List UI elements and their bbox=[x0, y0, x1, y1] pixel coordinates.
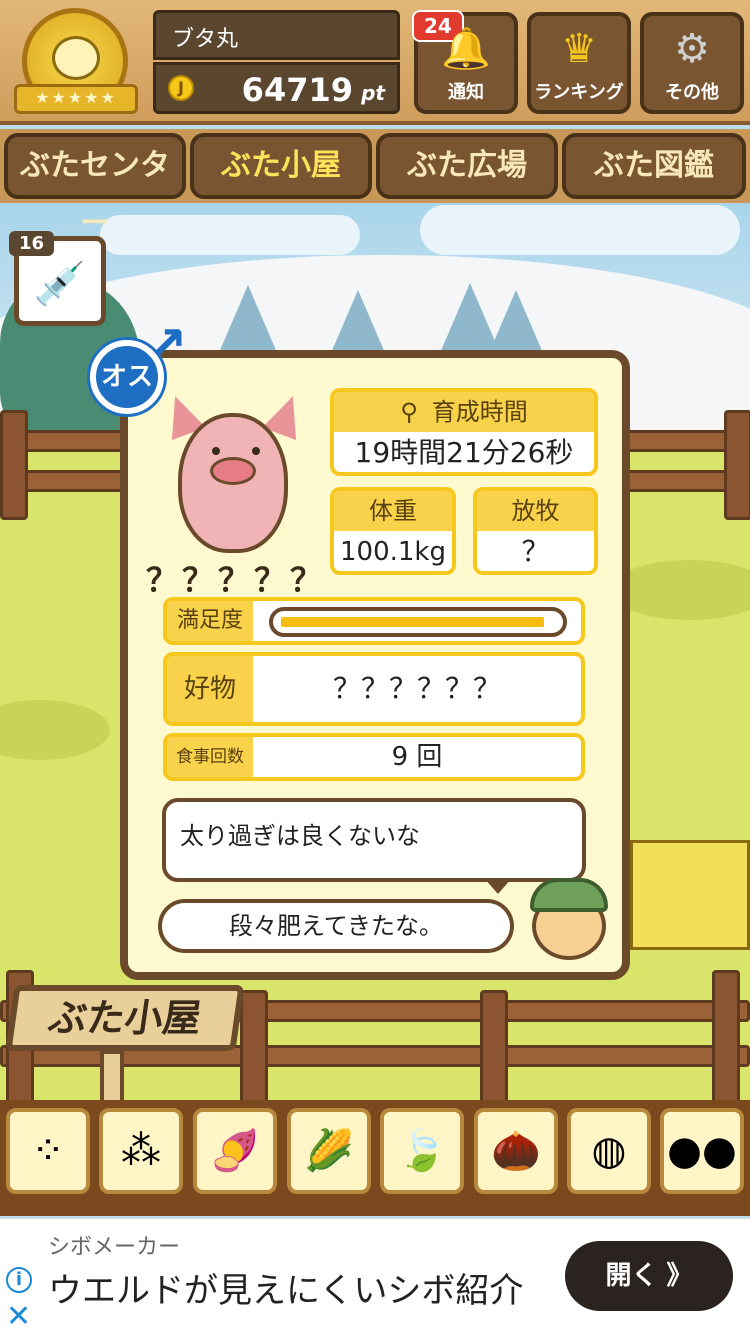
pig-face-icon bbox=[52, 36, 100, 80]
grazing-value: ？ bbox=[521, 535, 550, 568]
pine-tree bbox=[218, 285, 278, 355]
settings-button[interactable]: ⚙ その他 bbox=[640, 12, 744, 114]
pig-speech-text: 太り過ぎは良くないな bbox=[180, 822, 420, 850]
grain-plate-icon[interactable]: ◍ bbox=[567, 1108, 651, 1194]
pig-speech-bubble: 太り過ぎは良くないな bbox=[162, 798, 586, 894]
player-name: ブタ丸 bbox=[153, 10, 400, 60]
speech-tail bbox=[484, 878, 512, 894]
fence-post bbox=[480, 990, 508, 1105]
nav-tabs: ぶたセンター ぶた小屋 ぶた広場 ぶた図鑑 bbox=[0, 129, 750, 241]
coin-icon: J bbox=[168, 75, 194, 101]
gender-label: オス bbox=[90, 340, 164, 414]
satisfaction-row: 満足度 bbox=[163, 597, 585, 645]
soybeans-icon[interactable]: ⁘ bbox=[6, 1108, 90, 1194]
mixed-beans-icon[interactable]: ⁂ bbox=[99, 1108, 183, 1194]
fence-post bbox=[724, 410, 750, 520]
farmer-cap bbox=[530, 878, 608, 912]
corn-icon[interactable]: 🌽 bbox=[287, 1108, 371, 1194]
bell-icon: 🔔 bbox=[441, 26, 491, 72]
ad-banner[interactable]: i ✕ シボメーカー ウエルドが見えにくいシボ紹介 開く 》 bbox=[0, 1218, 750, 1334]
points-display: J 64719 pt bbox=[153, 62, 400, 114]
weight-box: 体重 100.1kg bbox=[330, 487, 456, 575]
settings-label: その他 bbox=[665, 82, 719, 103]
ad-info-icon[interactable]: i bbox=[6, 1267, 32, 1293]
ranking-label: ランキング bbox=[534, 82, 624, 103]
notification-label: 通知 bbox=[448, 82, 484, 103]
rank-medal[interactable]: ★★★★★ bbox=[14, 8, 138, 120]
hay-block bbox=[630, 840, 750, 950]
ad-close-icon[interactable]: ✕ bbox=[6, 1299, 31, 1334]
grazing-box: 放牧 ？ bbox=[473, 487, 598, 575]
raising-time-header: ⚲ 育成時間 bbox=[334, 392, 594, 432]
syringe-item-button[interactable]: 16 💉 bbox=[9, 231, 106, 326]
tab-buta-hiroba[interactable]: ぶた広場 bbox=[376, 133, 558, 199]
notification-button[interactable]: 24 🔔 通知 bbox=[412, 10, 518, 114]
satisfaction-bar-fill bbox=[281, 617, 544, 627]
food-tray: ⁘ ⁂ 🍠 🌽 🍃 🌰 ◍ ●● bbox=[0, 1100, 750, 1216]
rank-stars: ★★★★★ bbox=[35, 88, 117, 107]
fence-post bbox=[240, 990, 268, 1105]
pig-name: ？？？？？ bbox=[146, 561, 327, 599]
weight-value: 100.1kg bbox=[340, 537, 446, 567]
fence-post bbox=[0, 410, 28, 520]
ad-open-button[interactable]: 開く 》 bbox=[565, 1241, 733, 1311]
grazing-label: 放牧 bbox=[477, 491, 594, 531]
location-sign: ぶた小屋 bbox=[5, 985, 245, 1051]
points-value: 64719 bbox=[241, 71, 353, 109]
fence-post bbox=[712, 970, 740, 1105]
points-unit: pt bbox=[361, 81, 385, 105]
satisfaction-label: 満足度 bbox=[167, 601, 253, 641]
meal-count-row: 食事回数 9 回 bbox=[163, 733, 585, 781]
crown-icon: ♛ bbox=[561, 26, 597, 72]
raising-time-box: ⚲ 育成時間 19時間21分26秒 bbox=[330, 388, 598, 476]
satisfaction-bar bbox=[269, 607, 567, 637]
pig-character[interactable] bbox=[158, 390, 310, 560]
sweet-potato-icon[interactable]: 🍠 bbox=[193, 1108, 277, 1194]
dango-plate-icon[interactable]: ●● bbox=[660, 1108, 744, 1194]
ad-title: ウエルドが見えにくいシボ紹介 bbox=[48, 1271, 524, 1311]
favorite-label: 好物 bbox=[167, 656, 253, 722]
pig-snout bbox=[210, 457, 256, 485]
cloud bbox=[100, 215, 360, 255]
tab-buta-center[interactable]: ぶたセンター bbox=[4, 133, 186, 241]
top-header: ★★★★★ ブタ丸 J 64719 pt 24 🔔 通知 ♛ ランキング ⚙ そ… bbox=[0, 0, 750, 125]
ginkgo-icon[interactable]: 🍃 bbox=[380, 1108, 464, 1194]
favorite-value: ？？？？？？ bbox=[332, 672, 501, 705]
meal-count-value: 9 回 bbox=[391, 742, 443, 772]
weight-label: 体重 bbox=[334, 491, 452, 531]
raising-time-label: 育成時間 bbox=[431, 398, 528, 426]
acorn-icon[interactable]: 🌰 bbox=[474, 1108, 558, 1194]
favorite-food-row: 好物 ？？？？？？ bbox=[163, 652, 585, 726]
pig-eye bbox=[212, 447, 220, 455]
tab-buta-zukan[interactable]: ぶた図鑑 bbox=[562, 133, 746, 199]
ad-advertiser: シボメーカー bbox=[48, 1235, 181, 1260]
gear-icon: ⚙ bbox=[674, 26, 710, 72]
raising-time-value: 19時間21分26秒 bbox=[354, 436, 574, 469]
cloud bbox=[420, 205, 740, 255]
game-screen: ★★★★★ ブタ丸 J 64719 pt 24 🔔 通知 ♛ ランキング ⚙ そ… bbox=[0, 0, 750, 1334]
farmer-speech-text: 段々肥えてきたな。 bbox=[228, 912, 444, 940]
meal-count-label: 食事回数 bbox=[167, 737, 253, 777]
farmer-speech-bubble: 段々肥えてきたな。 bbox=[158, 899, 514, 953]
syringe-icon: 💉 bbox=[33, 259, 87, 308]
signpost-icon: ⚲ bbox=[400, 398, 418, 426]
pig-eye bbox=[252, 447, 260, 455]
tab-buta-goya[interactable]: ぶた小屋 bbox=[190, 133, 372, 199]
ranking-button[interactable]: ♛ ランキング bbox=[527, 12, 631, 114]
farmer-character bbox=[522, 872, 614, 960]
item-count: 16 bbox=[9, 231, 55, 256]
